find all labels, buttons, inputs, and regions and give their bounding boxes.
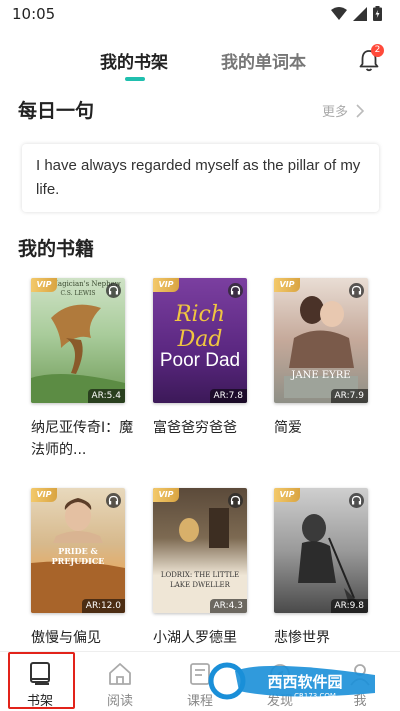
book-item[interactable]: PRIDE & PREJUDICE VIP AR:12.0 傲慢与偏见: [31, 488, 141, 649]
vip-badge: VIP: [153, 278, 179, 292]
nav-label: 阅读: [106, 694, 133, 709]
headphones-icon: [228, 283, 243, 298]
book-cover: JANE EYRE VIP AR:7.9: [274, 278, 368, 403]
vip-badge: VIP: [31, 488, 57, 502]
headphones-icon: [106, 283, 121, 298]
more-link[interactable]: 更多: [322, 101, 365, 120]
vip-badge: VIP: [31, 278, 57, 292]
headphones-icon: [228, 493, 243, 508]
book-item[interactable]: LODRIX: THE LITTLE LAKE DWELLER VIP AR:4…: [153, 488, 263, 649]
book-title: 小湖人罗德里: [153, 630, 237, 646]
more-label: 更多: [322, 105, 349, 120]
watermark-subtext: CR173.COM: [294, 692, 336, 700]
headphones-icon: [106, 493, 121, 508]
cover-title: LODRIX: THE LITTLE LAKE DWELLER: [160, 571, 240, 589]
book-item[interactable]: Rich Dad Poor Dad VIP AR:7.8 富爸爸穷爸爸: [153, 278, 263, 439]
book-title: 简爱: [274, 420, 302, 436]
nav-item-reading[interactable]: 阅读: [80, 652, 160, 711]
book-title: 悲惨世界: [274, 630, 330, 646]
selected-tab-highlight: [8, 652, 75, 709]
book-title: 纳尼亚传奇I：魔法师的...: [31, 420, 134, 458]
book-title: 傲慢与偏见: [31, 630, 101, 646]
signal-icon: [353, 6, 367, 21]
book-cover: VIP AR:9.8: [274, 488, 368, 613]
wifi-icon: [331, 7, 347, 20]
vip-badge: VIP: [274, 488, 300, 502]
home-icon: [109, 663, 131, 685]
ar-level: AR:7.9: [330, 389, 368, 403]
book-cover: The Magician's Nephew C.S. LEWIS VIP AR:…: [31, 278, 125, 403]
quote-text: I have always regarded myself as the pil…: [36, 157, 361, 198]
headphones-icon: [349, 493, 364, 508]
watermark-logo: 西西软件园 CR173.COM: [208, 662, 375, 700]
cover-title: PRIDE & PREJUDICE: [51, 546, 105, 566]
tab-my-vocabulary[interactable]: 我的单词本: [221, 48, 306, 73]
ar-level: AR:9.8: [330, 599, 368, 613]
book-item[interactable]: JANE EYRE VIP AR:7.9 简爱: [274, 278, 384, 439]
watermark-text: 西西软件园: [267, 673, 342, 691]
battery-icon: [373, 6, 382, 21]
book-cover: LODRIX: THE LITTLE LAKE DWELLER VIP AR:4…: [153, 488, 247, 613]
daily-sentence-title: 每日一句: [18, 100, 95, 122]
quote-card[interactable]: I have always regarded myself as the pil…: [22, 144, 379, 212]
book-cover: PRIDE & PREJUDICE VIP AR:12.0: [31, 488, 125, 613]
vip-badge: VIP: [153, 488, 179, 502]
cover-title: Rich Dad: [174, 302, 226, 352]
tab-indicator: [125, 77, 145, 81]
vip-badge: VIP: [274, 278, 300, 292]
status-bar: 10:05: [0, 0, 400, 30]
status-icons: [331, 6, 382, 21]
book-cover: Rich Dad Poor Dad VIP AR:7.8: [153, 278, 247, 403]
cover-subtitle: Poor Dad: [159, 350, 241, 371]
notification-badge: 2: [371, 44, 384, 57]
chevron-right-icon: [356, 103, 365, 118]
my-books-title: 我的书籍: [18, 238, 95, 260]
book-title: 富爸爸穷爸爸: [153, 420, 237, 436]
ar-level: AR:7.8: [209, 389, 247, 403]
ar-level: AR:5.4: [87, 389, 125, 403]
book-item[interactable]: The Magician's Nephew C.S. LEWIS VIP AR:…: [31, 278, 141, 461]
headphones-icon: [349, 283, 364, 298]
ar-level: AR:12.0: [81, 599, 125, 613]
status-time: 10:05: [12, 5, 56, 23]
cover-title: JANE EYRE: [291, 370, 351, 381]
ar-level: AR:4.3: [209, 599, 247, 613]
top-tabs: 我的书架 我的单词本 2: [0, 44, 400, 84]
tab-my-bookshelf[interactable]: 我的书架: [100, 48, 168, 73]
book-item[interactable]: VIP AR:9.8 悲惨世界: [274, 488, 384, 649]
